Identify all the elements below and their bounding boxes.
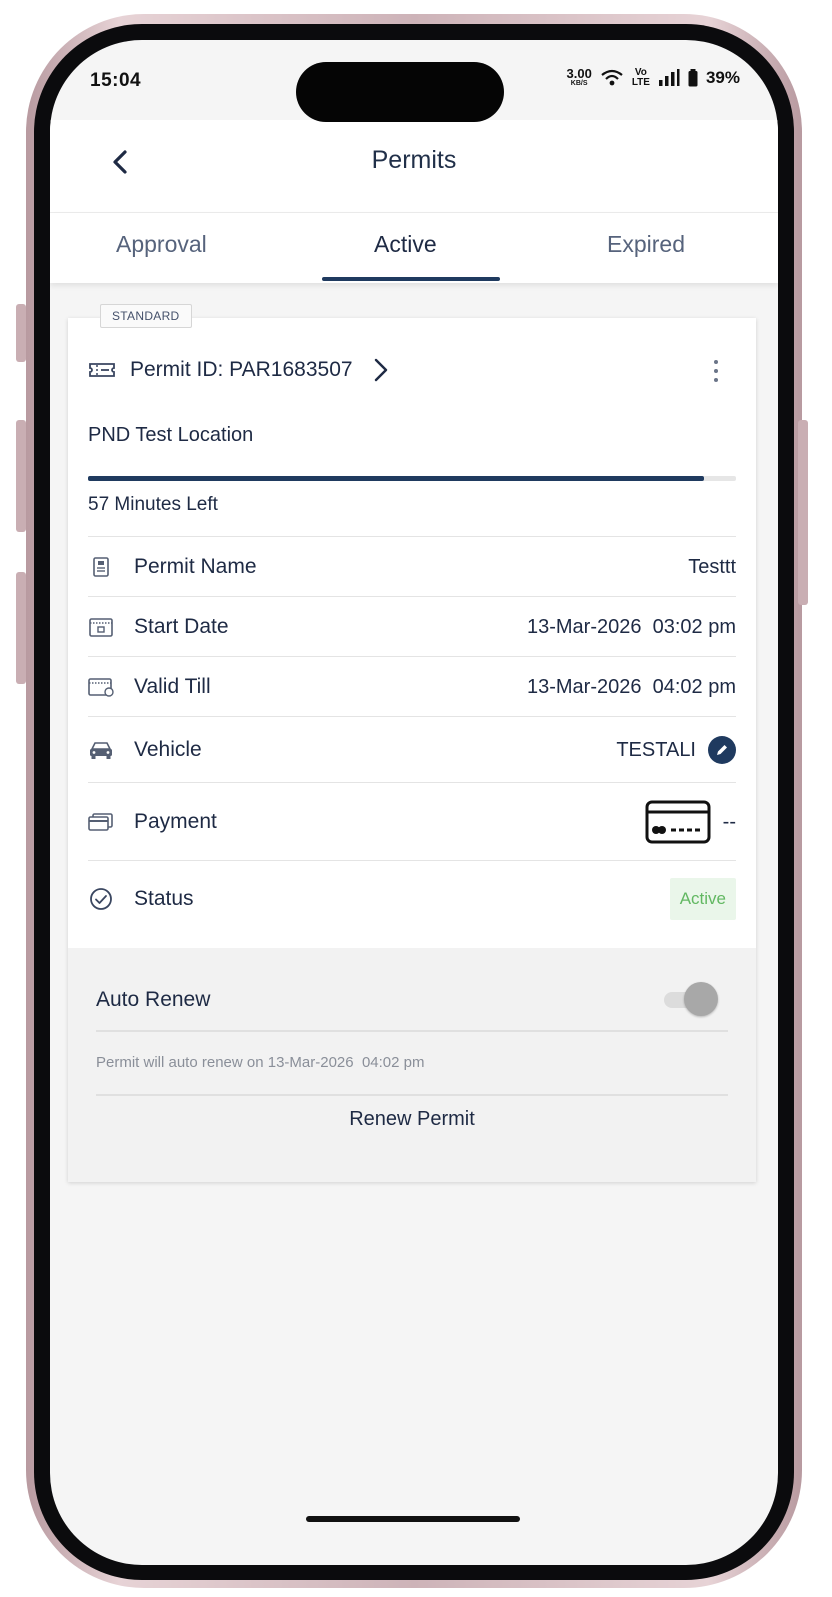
detail-row-valid-till: Valid Till 13-Mar-2026 04:02 pm xyxy=(88,656,736,717)
permit-type-badge: STANDARD xyxy=(100,304,192,328)
permit-id: Permit ID: PAR1683507 xyxy=(130,358,353,381)
permit-card: STANDARD Permit ID: PAR1683507 PND Test … xyxy=(68,304,756,1182)
card-icon xyxy=(88,813,113,831)
vehicle-value: TESTALI xyxy=(616,738,696,761)
network-speed: 3.00 KB/S xyxy=(566,66,592,88)
calendar-icon xyxy=(89,618,113,637)
auto-renew-toggle[interactable] xyxy=(664,982,718,1016)
status-value-group: Active xyxy=(669,878,736,920)
ticket-icon xyxy=(89,363,115,377)
phone-side-button xyxy=(798,420,808,605)
active-tab-indicator xyxy=(322,277,500,281)
home-indicator xyxy=(306,1516,520,1522)
permit-name-value: Testtt xyxy=(688,555,736,578)
car-icon xyxy=(90,742,112,759)
chevron-right-icon xyxy=(374,358,387,382)
more-options-icon[interactable] xyxy=(706,356,726,386)
start-date-label: Start Date xyxy=(134,615,229,638)
detail-row-start-date: Start Date 13-Mar-2026 03:02 pm xyxy=(88,596,736,657)
detail-row-payment: Payment -- xyxy=(88,782,736,861)
toggle-knob xyxy=(684,982,718,1016)
battery-icon xyxy=(688,69,698,87)
divider xyxy=(96,1030,728,1032)
valid-till-label: Valid Till xyxy=(134,675,211,698)
status-time: 15:04 xyxy=(90,70,142,91)
detail-row-vehicle: Vehicle TESTALI xyxy=(88,716,736,783)
permit-location: PND Test Location xyxy=(88,424,254,446)
permit-id-row[interactable]: Permit ID: PAR1683507 xyxy=(88,352,736,388)
time-progress-fill xyxy=(88,476,704,481)
auto-renew-note: Permit will auto renew on 13-Mar-2026 04… xyxy=(96,1054,425,1071)
detail-row-status: Status Active xyxy=(88,860,736,937)
network-speed-unit: KB/S xyxy=(570,80,588,87)
auto-renew-label: Auto Renew xyxy=(96,988,211,1011)
phone-side-button xyxy=(16,304,26,362)
status-badge: Active xyxy=(669,878,736,920)
app-header: Permits xyxy=(50,120,778,213)
volte-bottom: LTE xyxy=(631,77,650,88)
tab-active[interactable]: Active xyxy=(374,231,437,258)
permit-name-label: Permit Name xyxy=(134,555,257,578)
start-date-value: 13-Mar-2026 03:02 pm xyxy=(526,615,736,638)
edit-vehicle-button[interactable] xyxy=(708,736,736,764)
valid-till-value: 13-Mar-2026 04:02 pm xyxy=(526,675,736,698)
document-icon xyxy=(93,557,109,577)
battery-percentage: 39% xyxy=(705,68,740,87)
check-circle-icon xyxy=(90,888,112,910)
credit-card-icon xyxy=(645,800,711,844)
wifi-icon xyxy=(601,69,623,86)
tab-bar: Approval Active Expired xyxy=(50,213,778,283)
pencil-icon xyxy=(717,745,727,755)
auto-renew-section: Auto Renew Permit will auto renew on 13-… xyxy=(68,948,756,1182)
tab-approval[interactable]: Approval xyxy=(116,231,207,258)
calendar-clock-icon xyxy=(88,678,114,697)
vehicle-value-group: TESTALI xyxy=(616,736,736,764)
phone-screen: 15:04 3.00 KB/S Vo LTE 39% Permits Appro… xyxy=(50,40,778,1565)
page-title: Permits xyxy=(371,146,457,174)
payment-label: Payment xyxy=(134,810,217,833)
tab-expired[interactable]: Expired xyxy=(607,231,685,258)
status-label: Status xyxy=(134,887,194,910)
network-speed-value: 3.00 xyxy=(566,66,592,81)
payment-value-group: -- xyxy=(645,800,736,844)
phone-side-button xyxy=(16,420,26,532)
dynamic-island xyxy=(296,62,504,122)
time-progress-bar xyxy=(88,476,736,481)
status-icons: 3.00 KB/S Vo LTE 39% xyxy=(566,66,741,88)
renew-permit-button[interactable]: Renew Permit xyxy=(68,1108,756,1131)
detail-row-permit-name: Permit Name Testtt xyxy=(88,536,736,597)
signal-icon xyxy=(658,69,680,86)
divider xyxy=(96,1094,728,1096)
vehicle-label: Vehicle xyxy=(134,738,202,761)
time-left-text: 57 Minutes Left xyxy=(88,494,218,515)
volte-indicator: Vo LTE xyxy=(632,68,650,88)
phone-side-button xyxy=(16,572,26,684)
payment-value: -- xyxy=(722,810,736,833)
